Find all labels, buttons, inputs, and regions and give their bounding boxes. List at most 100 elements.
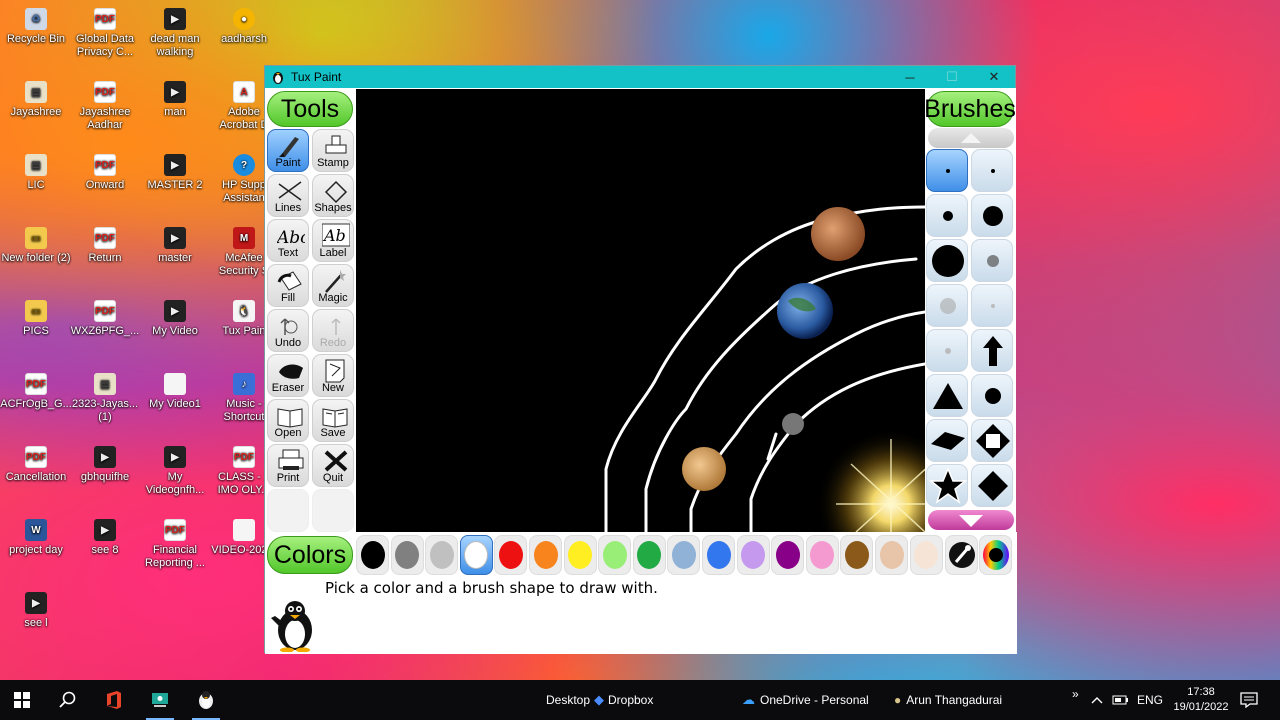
- taskbar-tux-paint[interactable]: [184, 680, 228, 720]
- tool-undo[interactable]: Undo: [267, 309, 309, 352]
- brush-option[interactable]: [926, 329, 968, 372]
- tool-lines[interactable]: Lines: [267, 174, 309, 217]
- color-swatch[interactable]: [425, 535, 459, 575]
- color-swatch[interactable]: [702, 535, 735, 575]
- desktop-icon[interactable]: PDF Jayashree Aadhar: [69, 81, 141, 132]
- maximize-button[interactable]: ☐: [931, 66, 973, 88]
- desktop-icon[interactable]: PDF Cancellation: [0, 446, 72, 484]
- color-swatch[interactable]: [390, 535, 424, 575]
- color-swatch[interactable]: [529, 535, 562, 575]
- brush-option[interactable]: [926, 149, 968, 192]
- tool-magic[interactable]: Magic: [312, 264, 354, 307]
- clock[interactable]: 17:38 19/01/2022: [1172, 680, 1230, 720]
- desktop-icon[interactable]: ▶ man: [139, 81, 211, 119]
- brush-option[interactable]: [926, 464, 968, 507]
- tool-shapes[interactable]: Shapes: [312, 174, 354, 217]
- color-swatch[interactable]: [840, 535, 874, 575]
- tool-save[interactable]: Save: [312, 399, 354, 442]
- brush-option[interactable]: [926, 374, 968, 417]
- brush-option[interactable]: [971, 464, 1013, 507]
- tool-quit[interactable]: Quit: [312, 444, 354, 487]
- tool-label[interactable]: Ab Label: [312, 219, 354, 262]
- desktop-icon[interactable]: PDF Financial Reporting ...: [139, 519, 211, 570]
- minimize-button[interactable]: ─: [889, 66, 931, 88]
- desktop-icon[interactable]: ▶ see l: [0, 592, 72, 630]
- desktop-icon[interactable]: PDF ACFrOgB_G...: [0, 373, 72, 411]
- color-swatch[interactable]: [598, 535, 632, 575]
- color-picker-eyedropper[interactable]: [945, 535, 978, 575]
- tool-fill[interactable]: Fill: [267, 264, 309, 307]
- brush-option[interactable]: [926, 419, 968, 462]
- title-bar[interactable]: Tux Paint ─ ☐ ✕: [265, 66, 1015, 88]
- dropbox-item[interactable]: ◆ Dropbox: [594, 680, 653, 720]
- drawing-canvas[interactable]: [356, 89, 925, 532]
- search-button[interactable]: [46, 680, 90, 720]
- desktop-icon[interactable]: ▶ master: [139, 227, 211, 265]
- color-swatch[interactable]: [736, 535, 770, 575]
- close-button[interactable]: ✕: [973, 66, 1015, 88]
- brush-option[interactable]: [971, 194, 1013, 237]
- desktop-icon[interactable]: ▶ gbhquifhe: [69, 446, 141, 484]
- brush-option[interactable]: [971, 374, 1013, 417]
- start-button[interactable]: [0, 680, 44, 720]
- color-swatch[interactable]: [356, 535, 389, 575]
- desktop-icon[interactable]: ♻ Recycle Bin: [0, 8, 72, 46]
- desktop-icon[interactable]: ▶ My Videognfh...: [139, 446, 211, 497]
- desktop-icon[interactable]: PDF WXZ6PFG_...: [69, 300, 141, 338]
- tool-eraser[interactable]: Eraser: [267, 354, 309, 397]
- tool-print[interactable]: Print: [267, 444, 309, 487]
- color-swatch[interactable]: [909, 535, 943, 575]
- brush-option[interactable]: [971, 419, 1013, 462]
- desktop-toolbar-label[interactable]: Desktop: [546, 680, 590, 720]
- desktop-icon[interactable]: Wproject day: [0, 519, 72, 557]
- brush-option[interactable]: [926, 194, 968, 237]
- color-swatch[interactable]: [632, 535, 666, 575]
- brush-option[interactable]: [971, 329, 1013, 372]
- color-swatch[interactable]: [875, 535, 908, 575]
- tool-open[interactable]: Open: [267, 399, 309, 442]
- brushes-scroll-up-button[interactable]: [928, 128, 1014, 148]
- desktop-icon[interactable]: ● aadharsh: [208, 8, 280, 46]
- tool-paint[interactable]: Paint: [267, 129, 309, 172]
- color-swatch[interactable]: [459, 535, 493, 575]
- brush-option[interactable]: [971, 284, 1013, 327]
- rainbow-color-picker[interactable]: [979, 535, 1012, 575]
- notification-center-button[interactable]: [1240, 680, 1258, 720]
- brush-option[interactable]: [926, 239, 968, 282]
- battery-network-tray[interactable]: [1112, 680, 1130, 720]
- desktop-icon[interactable]: PDF Onward: [69, 154, 141, 192]
- toolbar-overflow-button[interactable]: »: [1072, 674, 1079, 714]
- desktop-icon[interactable]: ▶ MASTER 2: [139, 154, 211, 192]
- desktop-icon[interactable]: ▶ My Video: [139, 300, 211, 338]
- language-indicator[interactable]: ENG: [1137, 680, 1163, 720]
- show-hidden-icons-button[interactable]: [1091, 680, 1103, 720]
- brush-option[interactable]: [926, 284, 968, 327]
- mcafee-file-icon: M: [233, 227, 255, 249]
- desktop-icon[interactable]: ▤ LIC: [0, 154, 72, 192]
- color-swatch[interactable]: [805, 535, 839, 575]
- desktop-icon[interactable]: ▶ see 8: [69, 519, 141, 557]
- color-swatch[interactable]: [563, 535, 597, 575]
- color-swatch[interactable]: [667, 535, 701, 575]
- color-swatch[interactable]: [771, 535, 805, 575]
- user-item[interactable]: ● Arun Thangadurai: [894, 680, 1002, 720]
- desktop-icon[interactable]: ▤ Jayashree: [0, 81, 72, 119]
- taskbar-office[interactable]: [92, 680, 136, 720]
- tool-redo[interactable]: Redo: [312, 309, 354, 352]
- brush-option[interactable]: [971, 239, 1013, 282]
- brushes-scroll-down-button[interactable]: [928, 510, 1014, 530]
- desktop-icon[interactable]: ▶ dead man walking: [139, 8, 211, 59]
- brush-option[interactable]: [971, 149, 1013, 192]
- desktop-icon[interactable]: My Video1: [139, 373, 211, 411]
- taskbar-recorder[interactable]: [138, 680, 182, 720]
- desktop-icon[interactable]: ▤ 2323-Jayas... (1): [69, 373, 141, 424]
- onedrive-item[interactable]: ☁ OneDrive - Personal: [742, 680, 869, 720]
- tool-stamp[interactable]: Stamp: [312, 129, 354, 172]
- desktop-icon[interactable]: PDF Global Data Privacy C...: [69, 8, 141, 59]
- tool-new[interactable]: New: [312, 354, 354, 397]
- desktop-icon[interactable]: PDF Return: [69, 227, 141, 265]
- tool-text[interactable]: AbcText: [267, 219, 309, 262]
- desktop-icon[interactable]: ▭ New folder (2): [0, 227, 72, 265]
- color-swatch[interactable]: [494, 535, 528, 575]
- desktop-icon[interactable]: ▭ PICS: [0, 300, 72, 338]
